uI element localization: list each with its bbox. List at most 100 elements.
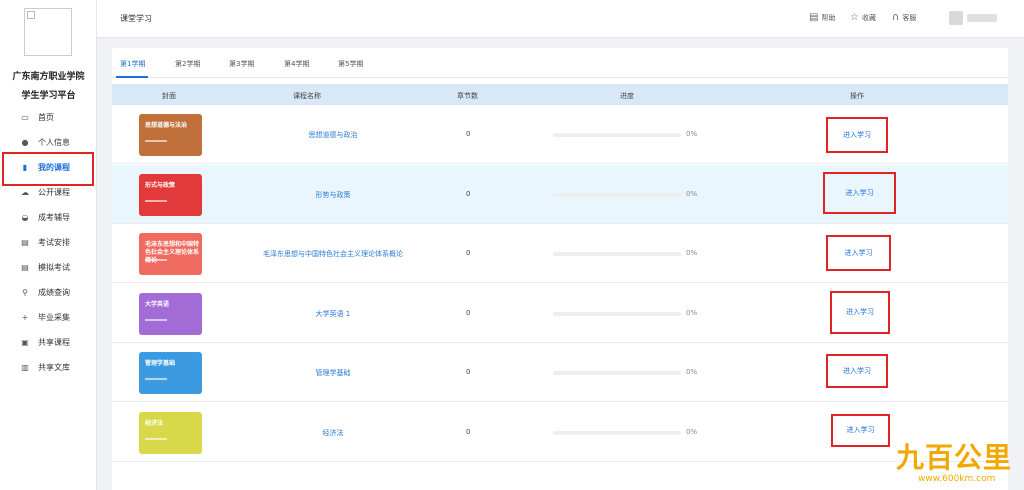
enter-study-button[interactable]: 进入学习 xyxy=(826,235,891,271)
progress-percent: 0% xyxy=(686,368,698,376)
header-action: 操作 xyxy=(850,92,864,100)
sidebar-menu: ▭ 首页 ● 个人信息 ▮ 我的课程 ☁ 公开课程 ◒ 成考辅导 ▤ 考试安排 ▤ 模拟考试 ⚲ 成绩查询 + 毕… xyxy=(0,105,97,380)
favorite-label: 收藏 xyxy=(861,13,876,22)
sidebar-item-label: 考试安排 xyxy=(38,238,70,247)
user-name-blurred[interactable] xyxy=(967,14,997,22)
sidebar-item-label: 共享文库 xyxy=(38,363,70,372)
tab-semester-3[interactable]: 第3学期 xyxy=(229,59,254,69)
enter-study-button[interactable]: 进入学习 xyxy=(831,413,890,447)
course-panel: 第1学期 第2学期 第3学期 第4学期 第5学期 封面 课程名称 章节数 进度 操作 思… xyxy=(112,48,1008,490)
course-cover-image[interactable]: 毛泽东思想和中国特色社会主义理论体系概论 xyxy=(139,233,202,275)
course-name-link[interactable]: 思想道德与政治 xyxy=(309,130,358,140)
favorite-button[interactable]: ☆ 收藏 xyxy=(850,12,876,23)
sidebar-item-8[interactable]: + 毕业采集 xyxy=(0,305,97,330)
enter-study-button[interactable]: 进入学习 xyxy=(826,117,888,153)
tab-semester-4[interactable]: 第4学期 xyxy=(284,59,309,69)
sidebar-item-9[interactable]: ▣ 共享课程 xyxy=(0,330,97,355)
cover-subtitle-line xyxy=(145,437,167,440)
semester-tabs: 第1学期 第2学期 第3学期 第4学期 第5学期 xyxy=(112,48,1008,78)
sidebar-item-label: 成考辅导 xyxy=(38,213,70,222)
broken-image-icon xyxy=(27,11,35,19)
sidebar-item-4[interactable]: ◒ 成考辅导 xyxy=(0,205,97,230)
help-label: 帮助 xyxy=(821,13,836,22)
table-row: 管理学基础 管理学基础 0 0% 进入学习 xyxy=(112,343,1008,402)
sidebar-item-6[interactable]: ▤ 模拟考试 xyxy=(0,255,97,280)
sidebar-item-3[interactable]: ☁ 公开课程 xyxy=(0,180,97,205)
header-course-name: 课程名称 xyxy=(293,92,321,100)
cover-title: 形式与政策 xyxy=(145,181,176,189)
progress-bar xyxy=(553,133,681,137)
progress-bar xyxy=(553,311,681,316)
chapter-count: 0 xyxy=(466,130,471,138)
school-name: 广东南方职业学院 xyxy=(12,72,85,82)
progress-percent: 0% xyxy=(686,249,698,257)
course-name-link[interactable]: 形势与政策 xyxy=(316,190,351,200)
course-cover-image[interactable]: 形式与政策 xyxy=(139,173,202,216)
cover-title: 经济法 xyxy=(145,419,164,427)
table-row: 毛泽东思想和中国特色社会主义理论体系概论 毛泽东思想与中国特色社会主义理论体系概论… xyxy=(112,224,1008,283)
watermark: 九百公里 www.600km.com xyxy=(896,436,1020,486)
table-row: 大学英语 大学英语 1 0 0% 进入学习 xyxy=(112,283,1008,343)
watermark-logo: 九百公里 xyxy=(896,441,1013,474)
header-chapters: 章节数 xyxy=(457,92,478,100)
progress-percent: 0% xyxy=(686,308,698,317)
platform-name: 学生学习平台 xyxy=(21,91,76,101)
cover-title: 思想道德与法治 xyxy=(145,122,188,129)
course-cover-image[interactable]: 管理学基础 xyxy=(139,352,202,394)
chapter-count: 0 xyxy=(466,368,471,376)
sidebar-item-label: 共享课程 xyxy=(38,338,70,347)
sidebar: 广东南方职业学院 学生学习平台 ▭ 首页 ● 个人信息 ▮ 我的课程 ☁ 公开课程 ◒ 成考辅导 ▤… xyxy=(0,0,97,490)
table-row: 形式与政策形势与政策 0 0% 进入学习 xyxy=(112,164,1008,224)
search-icon: ⚲ xyxy=(22,288,28,297)
header-progress: 进度 xyxy=(620,92,634,100)
tab-semester-1[interactable]: 第1学期 xyxy=(120,59,145,69)
cloud-icon: ☁ xyxy=(21,188,29,197)
sidebar-item-5[interactable]: ▤ 考试安排 xyxy=(0,230,97,255)
course-cover-image[interactable]: 经济法 xyxy=(139,411,202,454)
customer-service-button[interactable]: ∩ 客服 xyxy=(892,12,916,23)
sidebar-item-label: 毕业采集 xyxy=(38,313,70,322)
sidebar-item-2[interactable]: ▮ 我的课程 xyxy=(0,152,97,186)
star-icon: ☆ xyxy=(850,12,859,23)
chapter-count: 0 xyxy=(466,427,471,436)
list-icon: ▤ xyxy=(21,263,29,272)
active-tab-underline xyxy=(116,76,148,78)
course-name-link[interactable]: 经济法 xyxy=(323,428,344,438)
enter-study-button[interactable]: 进入学习 xyxy=(830,290,890,334)
tab-semester-2[interactable]: 第2学期 xyxy=(175,59,200,69)
cover-title: 管理学基础 xyxy=(145,360,176,367)
progress-bar xyxy=(553,430,681,435)
sidebar-item-10[interactable]: ▥ 共享文库 xyxy=(0,355,97,380)
header-cover: 封面 xyxy=(162,92,176,100)
help-button[interactable]: ▤ 帮助 xyxy=(809,12,835,23)
cover-title: 毛泽东思想和中国特色社会主义理论体系概论 xyxy=(145,241,200,264)
sidebar-item-7[interactable]: ⚲ 成绩查询 xyxy=(0,280,97,305)
progress-percent: 0% xyxy=(686,130,698,138)
page-title: 课堂学习 xyxy=(120,14,152,23)
chapter-count: 0 xyxy=(466,189,471,198)
plus-icon: + xyxy=(21,313,29,322)
cover-subtitle-line xyxy=(145,140,167,142)
progress-percent: 0% xyxy=(686,189,698,198)
enter-study-button[interactable]: 进入学习 xyxy=(823,171,896,214)
course-cover-image[interactable]: 思想道德与法治 xyxy=(139,114,202,156)
avatar[interactable] xyxy=(949,11,963,25)
monitor-icon: ▭ xyxy=(21,113,29,122)
cover-subtitle-line xyxy=(145,378,167,380)
cover-subtitle-line xyxy=(145,259,167,261)
cap-icon: ◒ xyxy=(21,213,29,222)
table-header: 封面 课程名称 章节数 进度 操作 xyxy=(112,84,1008,105)
sidebar-item-0[interactable]: ▭ 首页 xyxy=(0,105,97,130)
tab-semester-5[interactable]: 第5学期 xyxy=(338,59,363,69)
course-cover-image[interactable]: 大学英语 xyxy=(139,292,202,335)
course-name-link[interactable]: 毛泽东思想与中国特色社会主义理论体系概论 xyxy=(263,249,403,259)
course-name-link[interactable]: 管理学基础 xyxy=(316,368,351,378)
course-name-link[interactable]: 大学英语 1 xyxy=(316,309,351,319)
cover-subtitle-line xyxy=(145,199,167,202)
school-logo-image xyxy=(24,8,72,56)
top-header: 课堂学习 ▤ 帮助 ☆ 收藏 ∩ 客服 xyxy=(97,0,1024,38)
help-icon: ▤ xyxy=(809,12,819,23)
enter-study-button[interactable]: 进入学习 xyxy=(826,354,888,388)
service-label: 客服 xyxy=(902,13,917,22)
progress-bar xyxy=(553,371,681,375)
